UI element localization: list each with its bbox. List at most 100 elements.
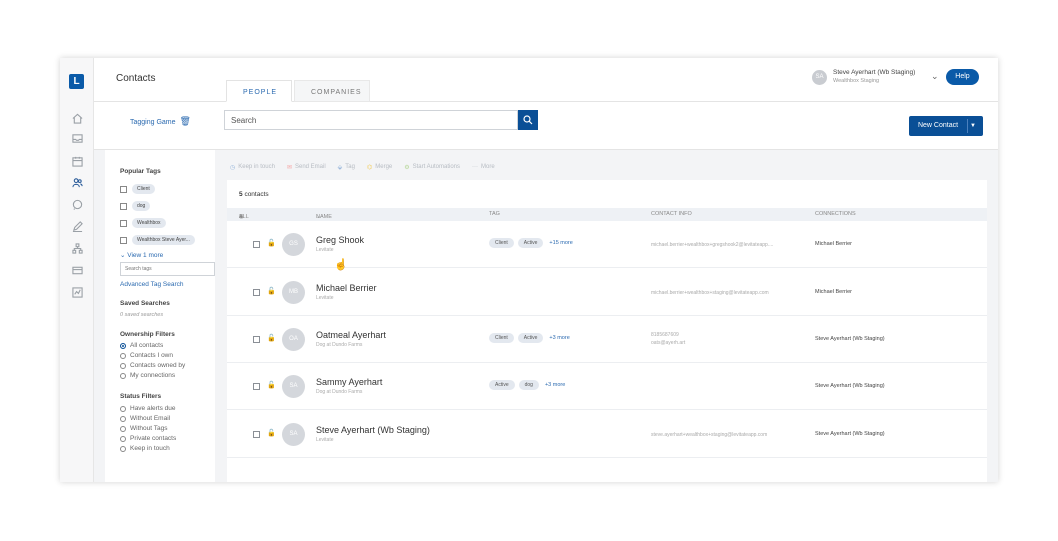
radio-button[interactable] bbox=[120, 342, 126, 349]
more-action[interactable]: ··· More bbox=[472, 164, 495, 170]
contact-name[interactable]: Steve Ayerhart (Wb Staging) bbox=[316, 425, 430, 435]
calendar-icon[interactable] bbox=[71, 155, 83, 167]
connection[interactable]: Michael Berrier bbox=[815, 241, 852, 247]
checkbox[interactable] bbox=[120, 236, 127, 244]
tag-filter-client[interactable]: Client bbox=[120, 184, 155, 194]
merge-action[interactable]: ⌬ Merge bbox=[367, 164, 392, 171]
contact-email[interactable]: michael.berrier+wealthbox+staging@levita… bbox=[651, 290, 769, 296]
tab-companies[interactable]: COMPANIES bbox=[294, 80, 370, 102]
more-tags-link[interactable]: +3 more bbox=[545, 382, 565, 388]
home-icon[interactable] bbox=[71, 112, 83, 124]
radio-button[interactable] bbox=[120, 415, 126, 422]
connection[interactable]: Steve Ayerhart (Wb Staging) bbox=[815, 431, 885, 437]
row-checkbox[interactable] bbox=[253, 241, 260, 248]
radio-button[interactable] bbox=[120, 435, 126, 442]
help-button[interactable]: Help bbox=[946, 69, 979, 85]
contact-phone[interactable]: 8185687609 bbox=[651, 332, 679, 338]
table-row[interactable]: 🔓 SA Steve Ayerhart (Wb Staging) Levitat… bbox=[227, 411, 987, 458]
lock-icon[interactable]: 🔓 bbox=[267, 334, 276, 342]
lock-icon[interactable]: 🔓 bbox=[267, 287, 276, 295]
app-logo[interactable]: L bbox=[69, 74, 84, 89]
radio-contacts-i-own[interactable]: Contacts I own bbox=[120, 352, 173, 359]
caret-down-icon[interactable]: ▼ bbox=[970, 116, 976, 136]
more-tags-link[interactable]: +15 more bbox=[549, 240, 572, 246]
row-checkbox[interactable] bbox=[253, 336, 260, 343]
radio-contacts-owned-by[interactable]: Contacts owned by bbox=[120, 362, 185, 369]
automation-icon: ⚙ bbox=[404, 164, 410, 171]
connection[interactable]: Michael Berrier bbox=[815, 289, 852, 295]
tag-pill[interactable]: Active bbox=[517, 333, 544, 343]
user-name[interactable]: Steve Ayerhart (Wb Staging) bbox=[833, 69, 915, 76]
connection[interactable]: Steve Ayerhart (Wb Staging) bbox=[815, 383, 885, 389]
radio-keep-in-touch[interactable]: Keep in touch bbox=[120, 445, 170, 452]
contact-subtitle: Levitate bbox=[316, 295, 334, 301]
radio-all-contacts[interactable]: All contacts bbox=[120, 342, 163, 349]
workflow-icon[interactable] bbox=[71, 242, 83, 254]
pencil-icon[interactable] bbox=[71, 220, 83, 232]
radio-without-email[interactable]: Without Email bbox=[120, 415, 170, 422]
advanced-tag-search-link[interactable]: Advanced Tag Search bbox=[120, 281, 183, 288]
contacts-icon[interactable] bbox=[71, 176, 83, 188]
contact-email[interactable]: michael.berrier+wealthbox+gregshook2@lev… bbox=[651, 242, 773, 248]
eye-icon[interactable]: ◉ bbox=[239, 214, 244, 220]
lock-icon[interactable]: 🔓 bbox=[267, 239, 276, 247]
lock-icon[interactable]: 🔓 bbox=[267, 381, 276, 389]
tag-filter-dog[interactable]: dog bbox=[120, 201, 151, 211]
contact-name[interactable]: Oatmeal Ayerhart bbox=[316, 330, 386, 340]
tag-filter-wealthbox[interactable]: Wealthbox bbox=[120, 218, 166, 228]
contact-name[interactable]: Michael Berrier bbox=[316, 283, 377, 293]
row-checkbox[interactable] bbox=[253, 431, 260, 438]
radio-button[interactable] bbox=[120, 362, 126, 369]
table-row[interactable]: 🔓 SA Sammy Ayerhart Dog at Dundo Farms A… bbox=[227, 363, 987, 410]
start-automations-action[interactable]: ⚙ Start Automations bbox=[404, 164, 460, 171]
checkbox[interactable] bbox=[120, 202, 127, 210]
radio-button[interactable] bbox=[120, 445, 126, 452]
search-button[interactable] bbox=[518, 110, 538, 130]
tag-action[interactable]: ⬙ Tag bbox=[338, 164, 355, 171]
row-checkbox[interactable] bbox=[253, 289, 260, 296]
popular-tags-title: Popular Tags bbox=[120, 168, 161, 175]
tag-pill[interactable]: Client bbox=[489, 333, 514, 343]
contact-email[interactable]: oats@ayerh.art bbox=[651, 340, 685, 346]
more-tags-link[interactable]: +3 more bbox=[549, 335, 569, 341]
row-checkbox[interactable] bbox=[253, 383, 260, 390]
tag-pill[interactable]: Active bbox=[489, 380, 515, 390]
search-tags-input[interactable] bbox=[120, 262, 215, 276]
keep-in-touch-action[interactable]: ◷ Keep in touch bbox=[230, 164, 275, 171]
tag-filter-wealthbox-steve[interactable]: Wealthbox Steve Ayer... bbox=[120, 235, 195, 245]
connection[interactable]: Steve Ayerhart (Wb Staging) bbox=[815, 336, 885, 342]
card-icon[interactable] bbox=[71, 264, 83, 276]
tag-pill[interactable]: Active bbox=[517, 238, 544, 248]
tag-pill[interactable]: dog bbox=[518, 380, 539, 390]
radio-button[interactable] bbox=[120, 405, 126, 412]
report-icon[interactable] bbox=[71, 286, 83, 298]
send-email-action[interactable]: ✉ Send Email bbox=[287, 164, 326, 171]
radio-my-connections[interactable]: My connections bbox=[120, 372, 175, 379]
new-contact-button[interactable]: New Contact ▼ bbox=[909, 116, 983, 136]
radio-button[interactable] bbox=[120, 425, 126, 432]
table-row[interactable]: 🔓 MB Michael Berrier Levitate michael.be… bbox=[227, 269, 987, 316]
lock-icon[interactable]: 🔓 bbox=[267, 429, 276, 437]
tab-people[interactable]: PEOPLE bbox=[226, 80, 292, 102]
radio-without-tags[interactable]: Without Tags bbox=[120, 425, 167, 432]
checkbox[interactable] bbox=[120, 219, 127, 227]
view-more-link[interactable]: ⌄ View 1 more bbox=[120, 251, 163, 259]
tagging-game-link[interactable]: Tagging Game 🗑 bbox=[130, 116, 191, 127]
tag-pill: Wealthbox Steve Ayer... bbox=[132, 235, 195, 245]
radio-private-contacts[interactable]: Private contacts bbox=[120, 435, 176, 442]
radio-have-alerts-due[interactable]: Have alerts due bbox=[120, 405, 176, 412]
tag-pill[interactable]: Client bbox=[489, 238, 514, 248]
user-avatar[interactable]: SA bbox=[812, 70, 827, 85]
contact-email[interactable]: steve.ayerhart+wealthbox+staging@levitat… bbox=[651, 432, 767, 438]
inbox-icon[interactable] bbox=[71, 132, 83, 144]
radio-button[interactable] bbox=[120, 372, 126, 379]
chat-icon[interactable] bbox=[71, 198, 83, 210]
contact-name[interactable]: Greg Shook bbox=[316, 235, 364, 245]
checkbox[interactable] bbox=[120, 185, 127, 193]
contact-name[interactable]: Sammy Ayerhart bbox=[316, 377, 382, 387]
table-row[interactable]: 🔓 OA Oatmeal Ayerhart Dog at Dundo Farms… bbox=[227, 316, 987, 363]
chevron-down-icon[interactable]: ⌄ bbox=[931, 71, 939, 82]
search-input[interactable] bbox=[224, 110, 518, 130]
sort-down-icon: ⌄ bbox=[316, 214, 321, 220]
radio-button[interactable] bbox=[120, 352, 126, 359]
